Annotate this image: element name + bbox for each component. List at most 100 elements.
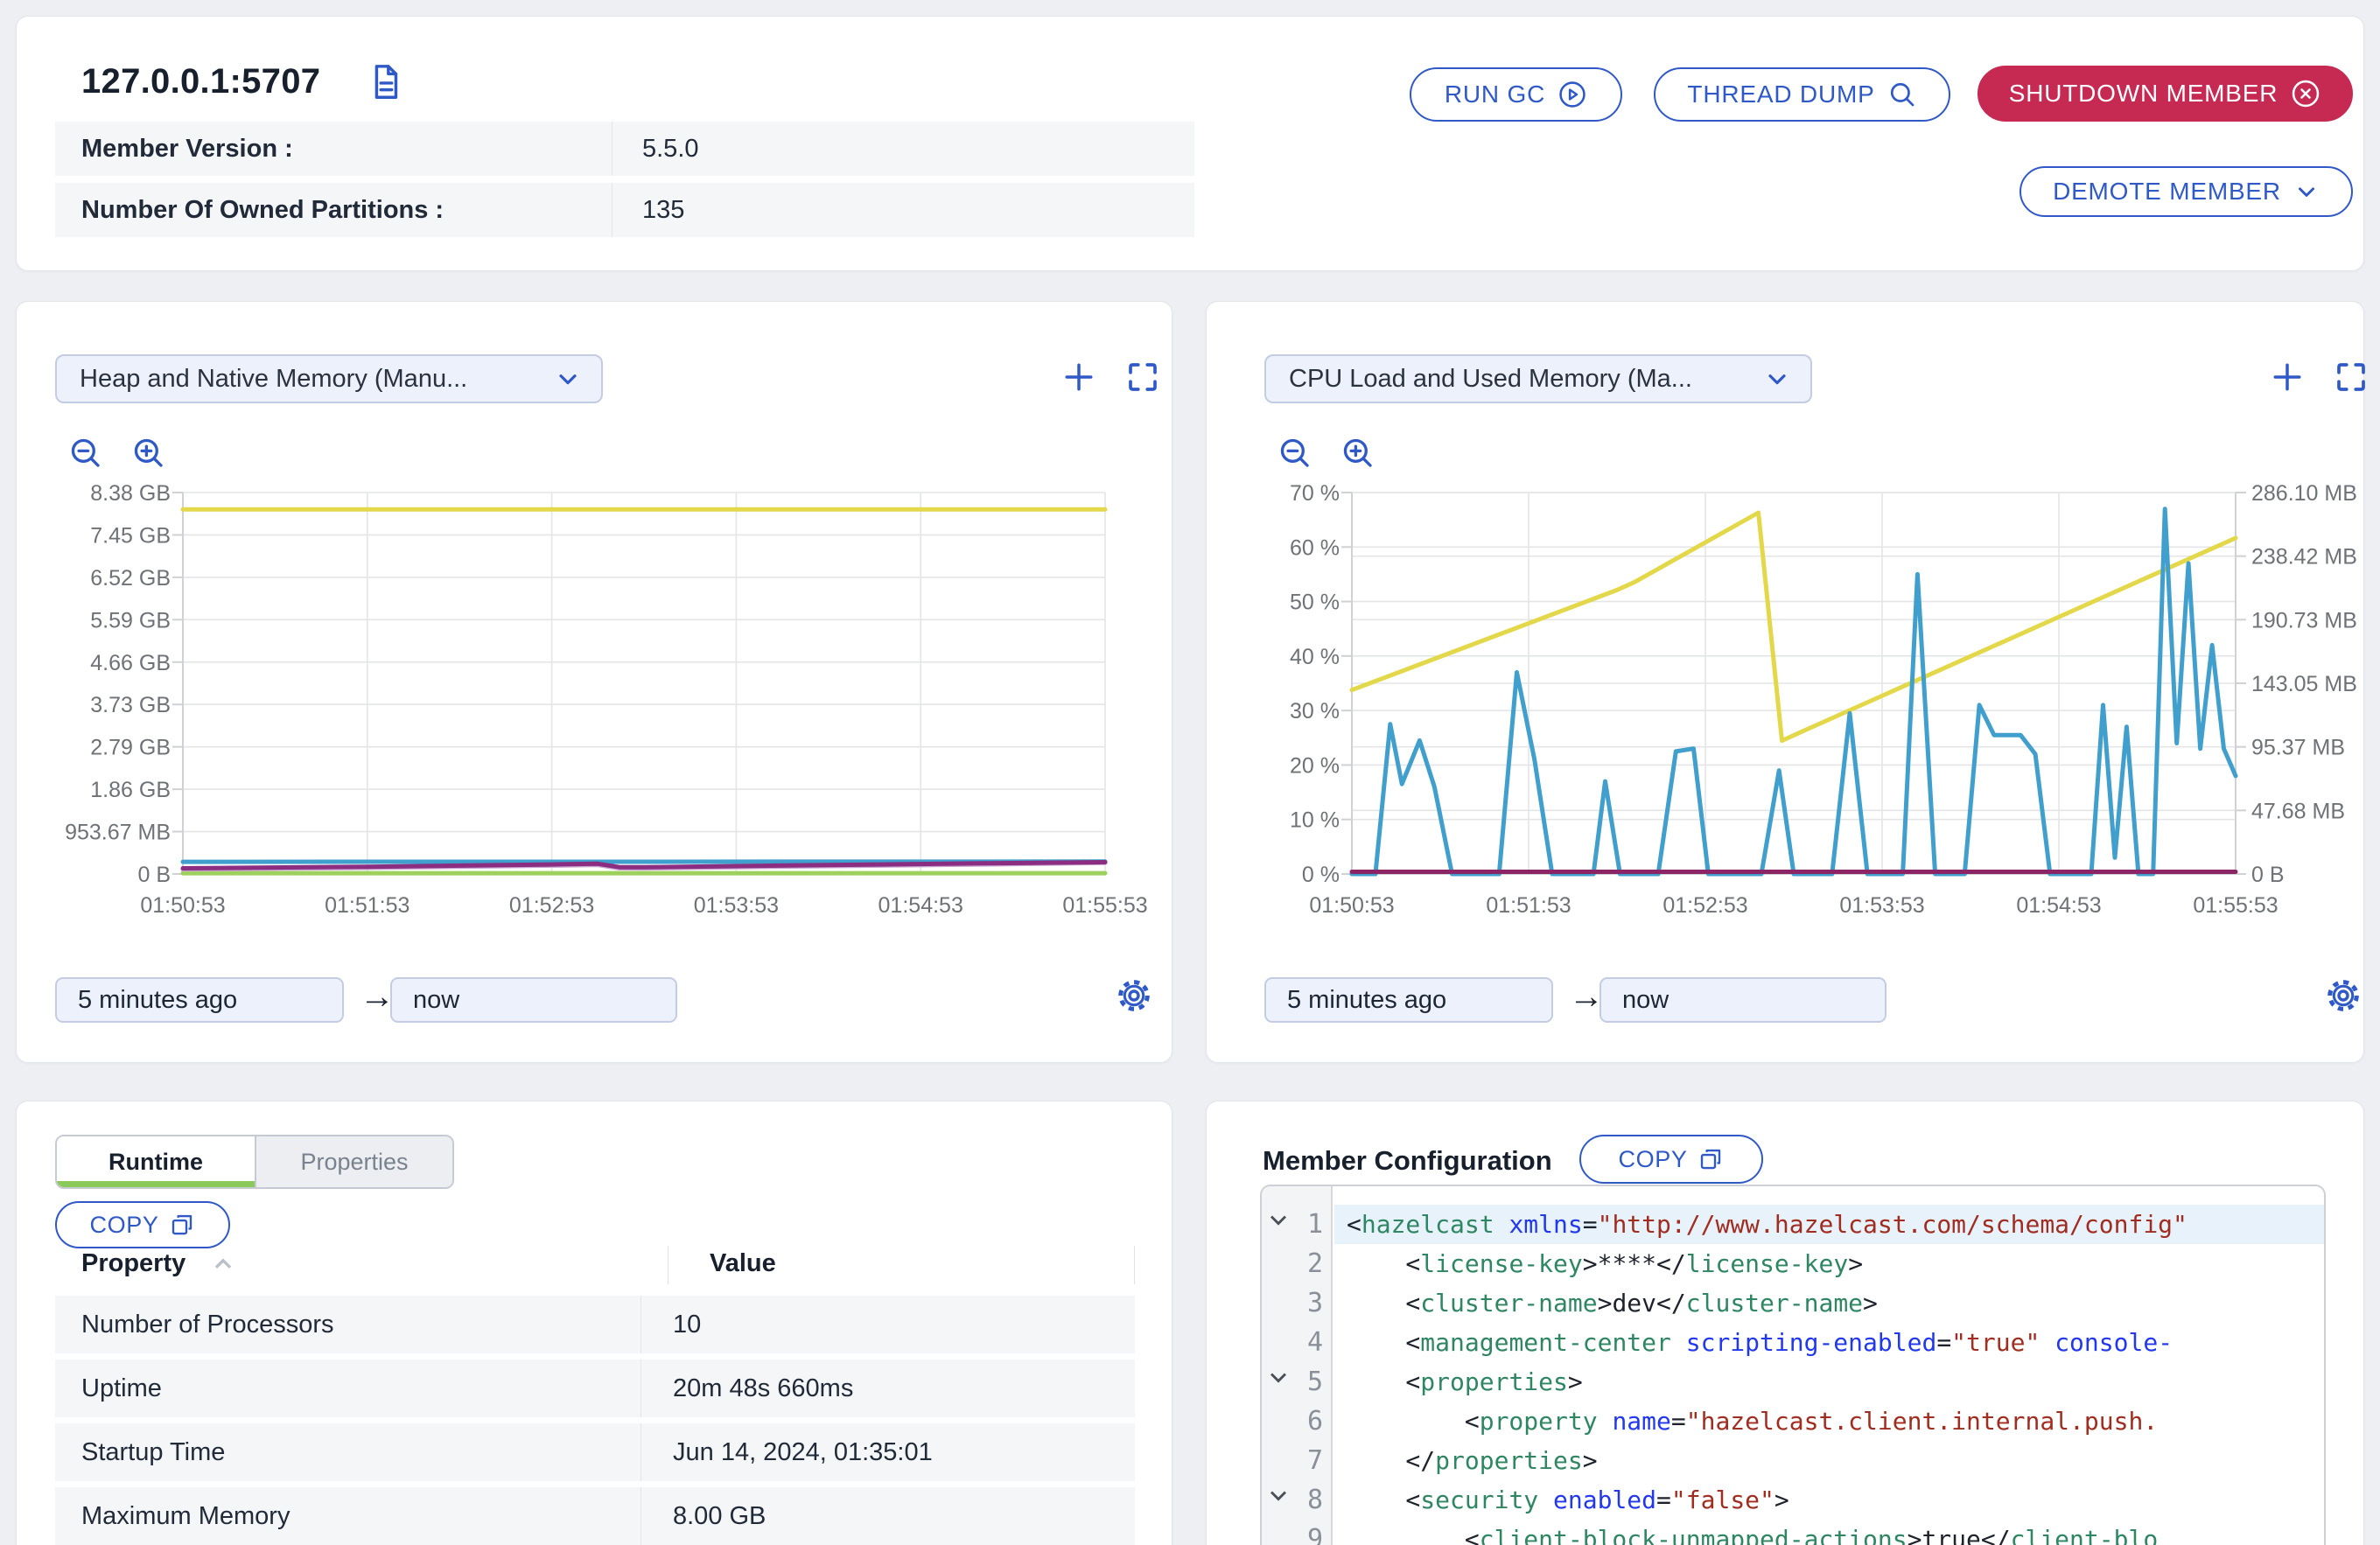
search-icon: [1887, 80, 1917, 109]
cpu-time-from-value: 5 minutes ago: [1287, 986, 1446, 1015]
y-axis-label: 0 B: [137, 863, 171, 887]
cpu-time-from-input[interactable]: 5 minutes ago: [1264, 977, 1553, 1023]
table-row: Uptime20m 48s 660ms: [55, 1360, 1135, 1417]
cpu-chart-svg[interactable]: 70 %60 %50 %40 %30 %20 %10 %0 %286.10 MB…: [1207, 477, 2365, 932]
run-gc-label: RUN GC: [1445, 80, 1545, 108]
tab-runtime[interactable]: Runtime: [57, 1136, 255, 1187]
cpu-metric-value: CPU Load and Used Memory (Ma...: [1289, 365, 1692, 394]
copy-icon: [169, 1212, 195, 1238]
line-number: 4: [1262, 1323, 1323, 1362]
fullscreen-icon[interactable]: [2333, 358, 2370, 396]
add-chart-icon[interactable]: [2268, 358, 2306, 396]
member-header-card: 127.0.0.1:5707 Member Version :5.5.0Numb…: [16, 16, 2364, 271]
config-copy-label: COPY: [1619, 1146, 1688, 1173]
range-arrow-icon: →: [360, 977, 395, 1017]
code-line: 1<hazelcast xmlns="http://www.hazelcast.…: [1262, 1205, 2324, 1244]
config-code-editor[interactable]: 1<hazelcast xmlns="http://www.hazelcast.…: [1260, 1185, 2326, 1545]
y-axis-label: 3.73 GB: [90, 693, 171, 717]
code-line: 3 <cluster-name>dev</cluster-name>: [1262, 1283, 2324, 1323]
document-copy-icon[interactable]: [365, 62, 405, 102]
code-text: <hazelcast xmlns="http://www.hazelcast.c…: [1347, 1205, 2324, 1244]
info-value: 135: [612, 196, 684, 225]
table-row: Maximum Memory8.00 GB: [55, 1487, 1135, 1545]
config-copy-button[interactable]: COPY: [1579, 1135, 1763, 1184]
code-text: <management-center scripting-enabled="tr…: [1347, 1323, 2324, 1362]
x-axis-label: 01:55:53: [1062, 893, 1147, 918]
info-label: Number Of Owned Partitions :: [55, 196, 612, 225]
code-text: <property name="hazelcast.client.interna…: [1347, 1402, 2324, 1441]
code-line: 9 <client-block-unmapped-actions>true</c…: [1262, 1520, 2324, 1545]
zoom-out-icon[interactable]: [67, 435, 104, 472]
chevron-down-icon: [1763, 365, 1791, 393]
table-row: Startup TimeJun 14, 2024, 01:35:01: [55, 1423, 1135, 1481]
y2-axis-label: 0 B: [2251, 863, 2285, 887]
thread-dump-button[interactable]: THREAD DUMP: [1654, 67, 1950, 122]
chevron-down-icon: [554, 365, 582, 393]
x-axis-label: 01:50:53: [1309, 893, 1394, 918]
tab-runtime-label: Runtime: [108, 1149, 203, 1176]
memory-chart-svg[interactable]: 8.38 GB7.45 GB6.52 GB5.59 GB4.66 GB3.73 …: [17, 477, 1173, 932]
property-cell: Maximum Memory: [55, 1502, 640, 1531]
shutdown-member-button[interactable]: SHUTDOWN MEMBER: [1978, 66, 2353, 122]
y-axis-label: 60 %: [1290, 535, 1340, 560]
y-axis-label: 2.79 GB: [90, 736, 171, 760]
value-cell: 10: [641, 1311, 701, 1339]
demote-member-label: DEMOTE MEMBER: [2053, 178, 2281, 206]
x-axis-label: 01:51:53: [1486, 893, 1571, 918]
fullscreen-icon[interactable]: [1124, 358, 1161, 396]
memory-time-from-input[interactable]: 5 minutes ago: [55, 977, 344, 1023]
property-cell: Number of Processors: [55, 1311, 640, 1339]
x-axis-label: 01:52:53: [1662, 893, 1747, 918]
value-cell: Jun 14, 2024, 01:35:01: [641, 1438, 933, 1467]
member-detail-page: { "header": { "title": "127.0.0.1:5707",…: [0, 0, 2380, 1545]
x-axis-label: 01:53:53: [694, 893, 779, 918]
y-axis-label: 7.45 GB: [90, 523, 171, 548]
shutdown-member-label: SHUTDOWN MEMBER: [2009, 80, 2278, 108]
cpu-metric-select[interactable]: CPU Load and Used Memory (Ma...: [1264, 354, 1812, 403]
code-text: <security enabled="false">: [1347, 1480, 2324, 1520]
sort-ascending-icon[interactable]: [213, 1256, 234, 1270]
y2-axis-label: 286.10 MB: [2251, 481, 2357, 506]
y-axis-label: 40 %: [1290, 645, 1340, 669]
runtime-copy-button[interactable]: COPY: [55, 1201, 230, 1248]
tab-properties-label: Properties: [300, 1149, 408, 1176]
runtime-copy-label: COPY: [90, 1212, 159, 1239]
chevron-down-icon: [2293, 178, 2320, 205]
x-axis-label: 01:51:53: [325, 893, 410, 918]
memory-metric-select[interactable]: Heap and Native Memory (Manu...: [55, 354, 603, 403]
y-axis-label: 10 %: [1290, 808, 1340, 833]
y2-axis-label: 190.73 MB: [2251, 608, 2357, 633]
memory-time-to-input[interactable]: now: [390, 977, 677, 1023]
memory-chart-settings-gear-icon[interactable]: [1114, 975, 1154, 1016]
zoom-in-icon[interactable]: [130, 435, 167, 472]
tab-properties[interactable]: Properties: [255, 1136, 452, 1187]
cpu-chart-settings-gear-icon[interactable]: [2323, 975, 2363, 1016]
zoom-out-icon[interactable]: [1277, 435, 1313, 472]
line-number: 9: [1262, 1520, 1323, 1545]
cpu-time-to-value: now: [1622, 986, 1669, 1015]
property-cell: Startup Time: [55, 1438, 640, 1467]
y2-axis-label: 95.37 MB: [2251, 736, 2345, 760]
add-chart-icon[interactable]: [1060, 358, 1098, 396]
line-number: 6: [1262, 1402, 1323, 1441]
line-number: 5: [1262, 1362, 1323, 1402]
x-axis-label: 01:54:53: [878, 893, 963, 918]
x-axis-label: 01:53:53: [1839, 893, 1924, 918]
run-gc-button[interactable]: RUN GC: [1410, 67, 1622, 122]
y2-axis-label: 47.68 MB: [2251, 799, 2345, 823]
info-row: Number Of Owned Partitions :135: [55, 183, 1194, 237]
runtime-tabgroup: Runtime Properties: [55, 1135, 454, 1189]
code-line: 7 </properties>: [1262, 1441, 2324, 1480]
y-axis-label: 70 %: [1290, 481, 1340, 506]
memory-time-to-value: now: [413, 986, 459, 1015]
code-line: 4 <management-center scripting-enabled="…: [1262, 1323, 2324, 1362]
column-header-value[interactable]: Value: [710, 1249, 776, 1278]
runtime-card: Runtime Properties COPY Property Value N…: [16, 1101, 1172, 1545]
x-axis-label: 01:54:53: [2016, 893, 2101, 918]
zoom-in-icon[interactable]: [1340, 435, 1376, 472]
y-axis-label: 953.67 MB: [65, 821, 171, 845]
property-table-header: Property Value: [55, 1246, 1135, 1286]
cpu-time-to-input[interactable]: now: [1600, 977, 1886, 1023]
demote-member-button[interactable]: DEMOTE MEMBER: [2020, 166, 2353, 217]
column-header-property[interactable]: Property: [81, 1249, 186, 1278]
